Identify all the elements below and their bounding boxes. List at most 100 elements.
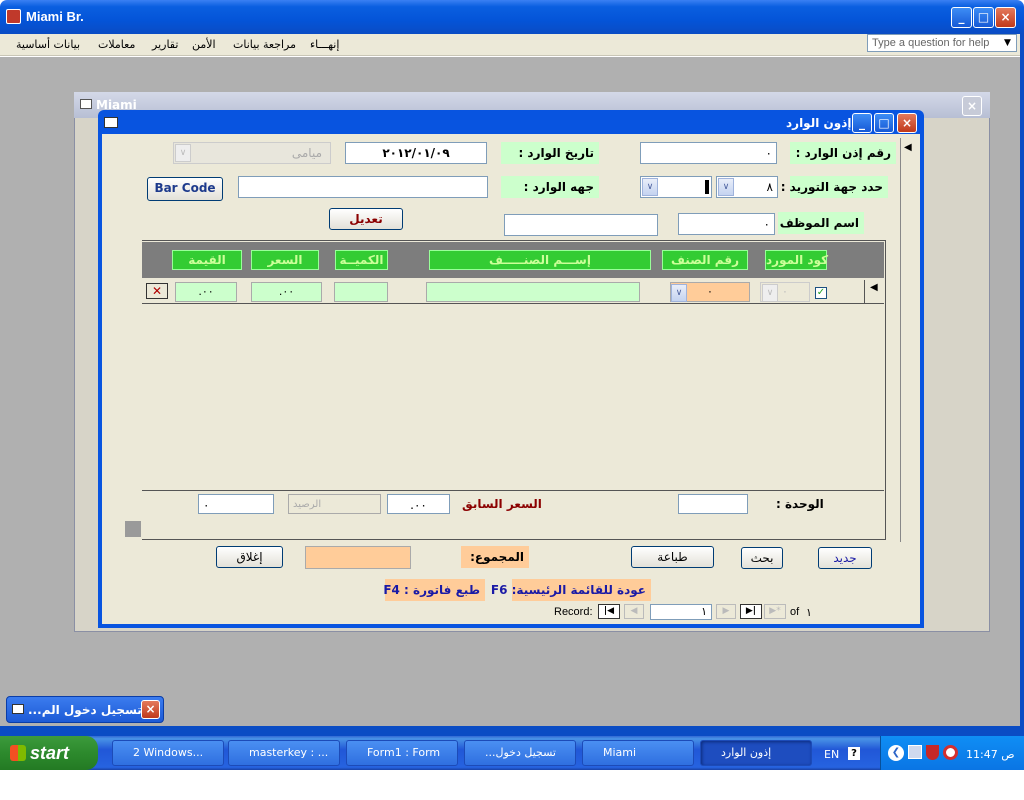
record-of-label: of	[790, 606, 800, 618]
row-pointer-icon: ◀	[870, 282, 878, 293]
menu-security[interactable]: الأمن	[192, 38, 216, 51]
windows-logo-icon	[10, 745, 26, 761]
clock: 11:47 ص	[966, 748, 1015, 761]
receipt-no-field[interactable]: ٠	[640, 142, 777, 164]
taskbar-item-masterkey[interactable]: masterkey : ...	[228, 740, 340, 766]
subform-nav-box	[125, 521, 141, 537]
screen-bottom	[0, 770, 1024, 800]
barcode-button[interactable]: Bar Code	[147, 177, 223, 201]
last-record-icon[interactable]: ▶|	[740, 604, 762, 619]
new-button[interactable]: جديد	[818, 547, 872, 569]
minimized-window-title: ...تسجيل دخول الم	[28, 703, 142, 717]
subform-footer-divider	[142, 490, 884, 491]
search-button[interactable]: بحث	[741, 547, 783, 569]
app-frame-bottom	[0, 726, 1024, 736]
app-frame-right	[1020, 34, 1024, 736]
help-icon[interactable]: ?	[848, 747, 860, 760]
item-name-cell[interactable]	[426, 282, 640, 302]
form-maximize-button[interactable]: □	[874, 113, 894, 133]
app-title: Miami Br.	[26, 9, 84, 24]
receipt-no-label: رقم إذن الوارد :	[790, 142, 896, 164]
app-minimize-button[interactable]: _	[951, 7, 972, 28]
taskbar-item-miami[interactable]: Miami	[582, 740, 694, 766]
miami-close-button[interactable]: ×	[962, 96, 982, 116]
column-value: القيمة	[172, 250, 242, 270]
last-value-field[interactable]: ٠	[198, 494, 274, 514]
first-record-icon[interactable]: |◀	[598, 604, 620, 619]
record-total: ١	[806, 606, 812, 619]
employee-label: اسم الموظف :	[771, 212, 864, 234]
form-minimize-button[interactable]: _	[852, 113, 872, 133]
source-field[interactable]	[238, 176, 488, 198]
price-cell[interactable]: .٠٠	[251, 282, 322, 302]
app-maximize-button[interactable]: □	[973, 7, 994, 28]
supplier-code-arrow-icon[interactable]: ∨	[718, 178, 734, 196]
branch-combo[interactable]: ميامى	[173, 142, 331, 164]
language-indicator[interactable]: EN	[824, 748, 839, 761]
total-label: المجموع:	[461, 546, 529, 568]
supplier-name-arrow-icon[interactable]: ∨	[642, 178, 658, 196]
help-dropdown-icon[interactable]: ▼	[1004, 38, 1011, 48]
prev-record-icon[interactable]: ◀	[624, 604, 644, 619]
print-button[interactable]: طباعة	[631, 546, 714, 568]
row-checkbox[interactable]: ✓	[815, 287, 827, 299]
taskbar-item-login[interactable]: ...تسجيل دخول	[464, 740, 576, 766]
record-number-field[interactable]: ١	[650, 604, 712, 620]
menu-transactions[interactable]: معاملات	[98, 38, 135, 51]
print-invoice-hint: طبع فاتورة : F4	[383, 579, 485, 601]
menu-reports[interactable]: تقارير	[152, 38, 178, 51]
form-icon	[80, 99, 92, 109]
shield-icon[interactable]	[926, 745, 939, 760]
form-close-button[interactable]: ×	[897, 113, 917, 133]
supplier-code-cell-arrow-icon[interactable]: ∨	[762, 284, 778, 302]
form-icon	[12, 704, 24, 714]
antivirus-icon[interactable]	[943, 745, 958, 760]
source-label: جهه الوارد :	[501, 176, 599, 198]
network-icon[interactable]	[908, 745, 922, 759]
edit-button[interactable]: تعديل	[329, 208, 403, 230]
help-search-input[interactable]: Type a question for help	[867, 34, 1017, 52]
taskbar-item-receipts[interactable]: إذون الوارد	[700, 740, 812, 766]
tray-icon[interactable]: ❮	[888, 745, 904, 761]
taskbar-item-windows[interactable]: 2 Windows...	[112, 740, 224, 766]
new-record-icon[interactable]: ▶*	[764, 604, 786, 619]
close-form-button[interactable]: إغلاق	[216, 546, 283, 568]
app-titlebar	[0, 0, 1024, 34]
column-item-name: إســـم الصنـــــف	[429, 250, 651, 270]
receipt-date-label: تاريخ الوارد :	[501, 142, 599, 164]
value-cell[interactable]: .٠٠	[175, 282, 237, 302]
prev-price-field[interactable]: .٠٠	[387, 494, 450, 514]
taskbar-item-form1[interactable]: Form1 : Form	[346, 740, 458, 766]
menu-review-data[interactable]: مراجعة بيانات	[233, 38, 296, 51]
employee-code-field[interactable]: ٠	[678, 213, 775, 235]
employee-name-field[interactable]	[504, 214, 658, 236]
balance-field[interactable]: الرصيد	[288, 494, 381, 514]
app-icon	[6, 9, 21, 24]
form-title: إذون الوارد	[786, 116, 852, 130]
record-label: Record:	[554, 606, 593, 618]
receipt-date-field[interactable]: ٢٠١٢/٠١/٠٩	[345, 142, 487, 164]
column-quantity: الكميــة	[335, 250, 388, 270]
column-price: السعر	[251, 250, 319, 270]
menu-basic-data[interactable]: بيانات أساسية	[16, 38, 80, 51]
total-field[interactable]	[305, 546, 411, 569]
subform-left-strip	[124, 240, 142, 540]
unit-field[interactable]	[678, 494, 748, 514]
column-supplier-code: كود المورد	[765, 250, 828, 270]
branch-combo-arrow-icon[interactable]: ∨	[175, 144, 191, 162]
prev-price-label: السعر السابق	[462, 497, 542, 511]
menu-exit[interactable]: إنهـــاء	[310, 38, 339, 51]
quantity-cell[interactable]	[334, 282, 388, 302]
record-selector-strip[interactable]	[900, 138, 918, 542]
main-menu-hint: عودة للقائمة الرئيسية: F6	[491, 579, 651, 601]
minimized-close-button[interactable]: ×	[141, 700, 160, 719]
delete-row-icon[interactable]: ✕	[146, 283, 168, 299]
unit-label: الوحدة :	[776, 497, 824, 511]
record-pointer-icon: ◀	[904, 142, 912, 153]
form-icon	[104, 117, 118, 128]
supplier-select-label: حدد جهة التوريد :	[781, 176, 888, 198]
item-no-arrow-icon[interactable]: ∨	[671, 284, 687, 302]
app-close-button[interactable]: ×	[995, 7, 1016, 28]
next-record-icon[interactable]: ▶	[716, 604, 736, 619]
column-item-no: رقم الصنف	[662, 250, 748, 270]
